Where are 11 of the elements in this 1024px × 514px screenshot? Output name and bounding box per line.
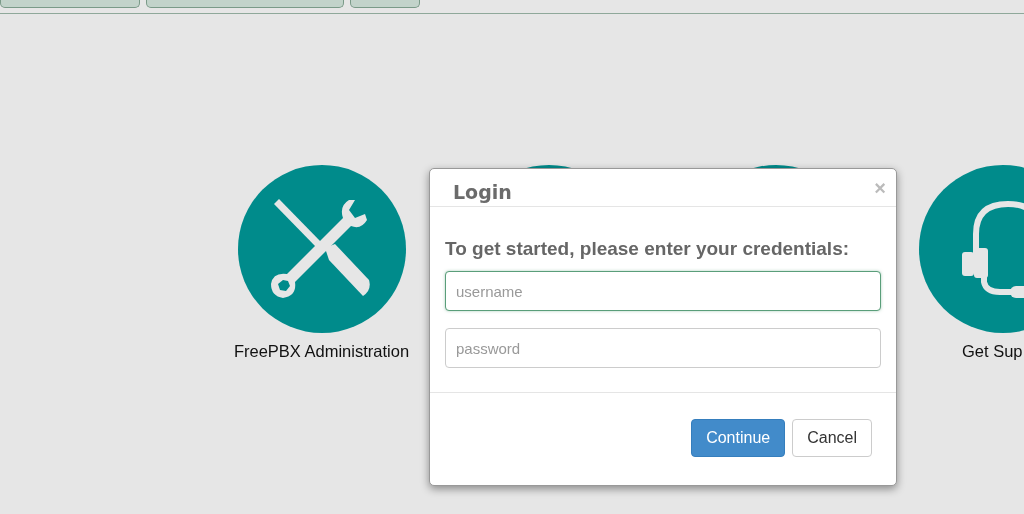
app-label[interactable]: Get Sup	[962, 339, 1023, 364]
dialog-title: Login	[453, 183, 512, 202]
password-field[interactable]: password	[445, 328, 881, 368]
app-label[interactable]: FreePBX Administration	[233, 339, 410, 364]
prompt-text: To get started, please enter your credentials:	[445, 239, 851, 258]
cancel-button[interactable]: Cancel	[792, 419, 872, 457]
top-tab[interactable]	[146, 0, 344, 8]
top-tab[interactable]	[350, 0, 420, 8]
continue-button[interactable]: Continue	[691, 419, 786, 457]
top-tab[interactable]	[0, 0, 140, 8]
username-field[interactable]: username	[445, 271, 881, 311]
